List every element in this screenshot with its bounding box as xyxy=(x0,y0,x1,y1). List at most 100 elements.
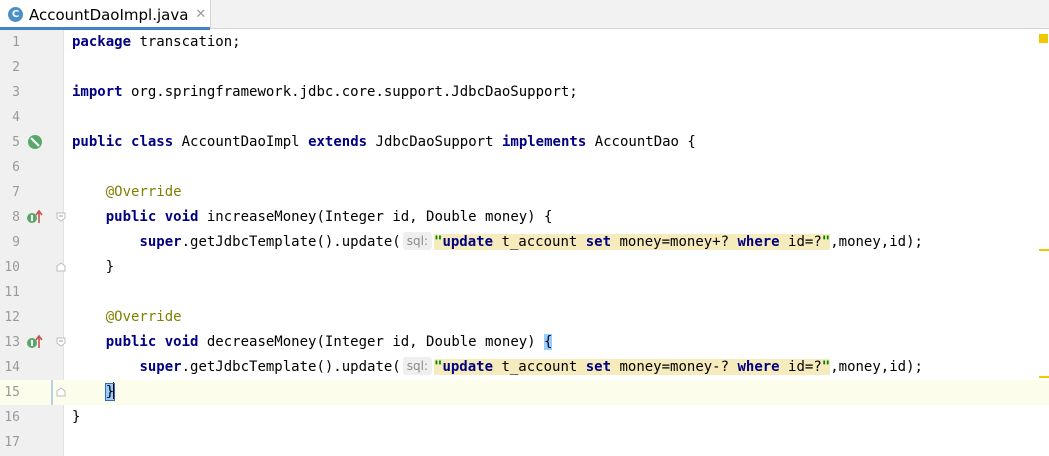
sql-keyword: update xyxy=(442,234,494,250)
code-line: 1 package transcation; xyxy=(0,30,1049,55)
matched-brace: { xyxy=(544,334,553,350)
code-line: 6 xyxy=(0,155,1049,180)
line-code: @Override xyxy=(72,305,182,330)
code-line: 11 xyxy=(0,280,1049,305)
code-text: .getJdbcTemplate().update( xyxy=(181,359,401,375)
string-quote: " xyxy=(821,234,831,250)
code-line: 9 super.getJdbcTemplate().update(sql: " up… xyxy=(0,230,1049,255)
line-number: 15 xyxy=(4,385,20,400)
java-class-icon: C xyxy=(8,7,23,22)
line-code: package transcation; xyxy=(72,30,241,55)
line-number: 2 xyxy=(12,60,20,75)
line-number: 6 xyxy=(12,160,20,175)
line-number: 13 xyxy=(4,335,20,350)
line-number: 3 xyxy=(12,85,20,100)
code-text: ,money,id); xyxy=(830,234,923,250)
fold-end-icon[interactable] xyxy=(56,262,66,272)
fold-end-icon[interactable] xyxy=(56,387,66,397)
code-line: 14 super.getJdbcTemplate().update(sql: " u… xyxy=(0,355,1049,380)
sql-text: id=? xyxy=(779,234,822,250)
override-gutter-icon[interactable] xyxy=(26,209,44,225)
line-code: public void increaseMoney(Integer id, Do… xyxy=(72,205,553,230)
superclass-name: JdbcDaoSupport xyxy=(375,134,494,150)
line-code: public class AccountDaoImpl extends Jdbc… xyxy=(72,130,696,155)
sql-text: t_account xyxy=(493,234,586,250)
keyword: extends xyxy=(308,134,368,150)
line-number: 12 xyxy=(4,310,20,325)
keyword: void xyxy=(164,209,199,225)
code-text: decreaseMoney(Integer id, Double money) xyxy=(198,334,545,350)
line-number: 11 xyxy=(4,285,20,300)
line-number: 14 xyxy=(4,360,20,375)
line-number: 16 xyxy=(4,410,20,425)
line-number: 4 xyxy=(12,110,20,125)
code-line: 13 public void decreaseMoney(Integer id,… xyxy=(0,330,1049,355)
code-text: .getJdbcTemplate().update( xyxy=(181,234,401,250)
sql-text: money=money+? xyxy=(611,234,738,250)
line-code: } xyxy=(72,405,80,430)
tab-accountdaoimpl[interactable]: C AccountDaoImpl.java ✕ xyxy=(0,0,211,30)
text-caret xyxy=(113,382,115,399)
code-text: transcation; xyxy=(131,34,241,50)
line-number: 5 xyxy=(12,135,20,150)
code-text: org.springframework.jdbc.core.support.Jd… xyxy=(122,84,578,100)
code-line: 12 @Override xyxy=(0,305,1049,330)
sql-keyword: where xyxy=(737,359,780,375)
sql-keyword: update xyxy=(442,359,494,375)
error-stripe-mark[interactable] xyxy=(1039,376,1049,378)
code-text: ,money,id); xyxy=(830,359,923,375)
parameter-hint: sql: xyxy=(402,232,432,250)
line-number: 7 xyxy=(12,185,20,200)
override-gutter-icon[interactable] xyxy=(26,334,44,350)
sql-string: " update t_account set money=money+? wher… xyxy=(434,234,831,250)
change-marker xyxy=(51,380,53,405)
annotation: @Override xyxy=(105,309,182,325)
fold-icon[interactable] xyxy=(56,212,66,222)
tab-label: AccountDaoImpl.java xyxy=(29,5,189,24)
code-line: 16 } xyxy=(0,405,1049,430)
line-number: 10 xyxy=(4,260,20,275)
line-code: } xyxy=(72,380,116,405)
keyword: super xyxy=(139,234,182,250)
error-stripe-mark[interactable] xyxy=(1039,249,1049,251)
line-code: super.getJdbcTemplate().update(sql: " upda… xyxy=(72,355,923,380)
sql-string: " update t_account set money=money-? wher… xyxy=(434,359,831,375)
annotation: @Override xyxy=(105,184,182,200)
close-icon[interactable]: ✕ xyxy=(195,7,206,22)
fold-icon[interactable] xyxy=(56,337,66,347)
parameter-hint: sql: xyxy=(402,357,432,375)
sql-keyword: where xyxy=(737,234,780,250)
warning-indicator[interactable] xyxy=(1039,34,1048,43)
line-code: import org.springframework.jdbc.core.sup… xyxy=(72,80,578,105)
line-code: public void decreaseMoney(Integer id, Do… xyxy=(72,330,553,355)
code-editor[interactable]: 1 package transcation; 2 3 import org.sp… xyxy=(0,30,1049,456)
line-code: @Override xyxy=(72,180,182,205)
line-code: } xyxy=(72,255,114,280)
current-line: 15 } xyxy=(0,380,1049,405)
line-code: super.getJdbcTemplate().update(sql: " upda… xyxy=(72,230,923,255)
keyword: public xyxy=(72,134,123,150)
code-line: 4 xyxy=(0,105,1049,130)
line-number: 8 xyxy=(12,210,20,225)
keyword: import xyxy=(72,84,123,100)
code-line: 10 } xyxy=(0,255,1049,280)
code-line: 5 public class AccountDaoImpl extends Jd… xyxy=(0,130,1049,155)
sql-text: t_account xyxy=(493,359,586,375)
sql-keyword: set xyxy=(585,359,612,375)
line-number: 17 xyxy=(4,435,20,450)
keyword: public xyxy=(105,209,157,225)
code-line: 7 @Override xyxy=(0,180,1049,205)
keyword: implements xyxy=(501,134,587,150)
class-name: AccountDaoImpl xyxy=(181,134,300,150)
sql-text: id=? xyxy=(779,359,822,375)
implements-gutter-icon[interactable] xyxy=(27,134,43,150)
code-line: 3 import org.springframework.jdbc.core.s… xyxy=(0,80,1049,105)
code-line: 2 xyxy=(0,55,1049,80)
code-text: } xyxy=(105,259,115,275)
keyword: super xyxy=(139,359,182,375)
interface-name: AccountDao { xyxy=(594,134,696,150)
keyword: package xyxy=(72,34,132,50)
keyword: public xyxy=(105,334,157,350)
sql-keyword: set xyxy=(585,234,612,250)
code-line: 17 xyxy=(0,430,1049,455)
